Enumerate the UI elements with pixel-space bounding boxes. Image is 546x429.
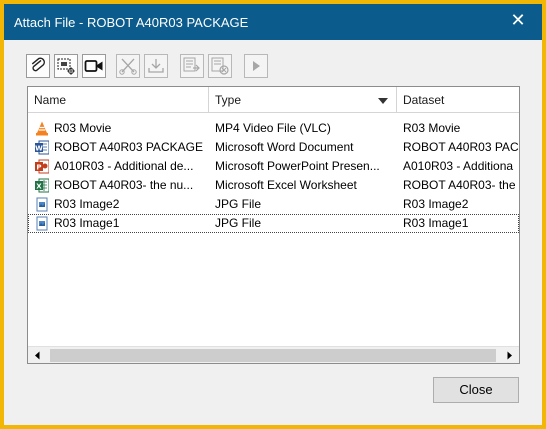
list-row[interactable]: W ROBOT A40R03 PACKAGE Microsoft Word Do… xyxy=(28,138,519,157)
list-header: Name Type Dataset xyxy=(28,87,519,113)
arrow-left-icon xyxy=(35,351,40,360)
row-type: JPG File xyxy=(215,216,262,230)
image-icon xyxy=(36,197,48,212)
scroll-left-button[interactable] xyxy=(30,348,45,363)
close-button[interactable]: Close xyxy=(433,377,519,403)
row-dataset: A010R03 - Additiona xyxy=(403,159,514,173)
title-bar: Attach File - ROBOT A40R03 PACKAGE ✕ xyxy=(4,4,542,40)
row-type: Microsoft Word Document xyxy=(215,140,354,154)
row-name: R03 Movie xyxy=(54,121,112,135)
row-name: ROBOT A40R03 PACKAGE xyxy=(54,140,203,154)
attach-file-button[interactable] xyxy=(26,54,50,78)
attach-file-dialog: Attach File - ROBOT A40R03 PACKAGE ✕ Nam… xyxy=(4,4,542,425)
list-row[interactable]: P A010R03 - Additional de... Microsoft P… xyxy=(28,157,519,176)
column-header-type[interactable]: Type xyxy=(209,87,397,113)
toolbar xyxy=(4,40,542,90)
scrollbar-thumb[interactable] xyxy=(50,349,496,362)
powerpoint-icon: P xyxy=(35,159,49,174)
svg-text:W: W xyxy=(35,145,43,153)
image-icon xyxy=(36,216,48,231)
vlc-icon xyxy=(36,121,48,136)
row-type: Microsoft Excel Worksheet xyxy=(215,178,357,192)
scissors-icon xyxy=(119,58,137,75)
word-icon: W xyxy=(35,140,49,155)
edit-attachment-button[interactable] xyxy=(180,54,204,78)
row-dataset: ROBOT A40R03 PAC xyxy=(403,140,519,154)
play-button[interactable] xyxy=(244,54,268,78)
row-type: Microsoft PowerPoint Presen... xyxy=(215,159,380,173)
arrow-right-icon xyxy=(507,351,512,360)
play-icon xyxy=(253,61,260,71)
column-header-type-label: Type xyxy=(215,93,242,107)
row-dataset: R03 Image2 xyxy=(403,197,469,211)
excel-icon: X xyxy=(35,178,49,193)
remove-attachment-button[interactable] xyxy=(208,54,232,78)
row-dataset: ROBOT A40R03- the xyxy=(403,178,516,192)
close-window-icon[interactable]: ✕ xyxy=(508,11,528,31)
save-down-icon xyxy=(148,59,164,73)
video-camera-icon xyxy=(84,60,103,72)
column-header-name[interactable]: Name xyxy=(28,87,209,113)
list-row[interactable]: X ROBOT A40R03- the nu... Microsoft Exce… xyxy=(28,176,519,195)
list-row[interactable]: R03 Image1 JPG File R03 Image1 xyxy=(28,214,519,233)
sort-descending-icon xyxy=(378,98,388,104)
row-name: R03 Image1 xyxy=(54,216,120,230)
paperclip-icon xyxy=(31,57,45,72)
row-name: A010R03 - Additional de... xyxy=(54,159,194,173)
camera-capture-icon xyxy=(57,58,75,75)
list-row[interactable]: R03 Movie MP4 Video File (VLC) R03 Movie xyxy=(28,119,519,138)
capture-screenshot-button[interactable] xyxy=(54,54,78,78)
column-header-dataset[interactable]: Dataset xyxy=(397,87,519,113)
cut-button[interactable] xyxy=(116,54,140,78)
dialog-title: Attach File - ROBOT A40R03 PACKAGE xyxy=(14,15,249,30)
row-name: ROBOT A40R03- the nu... xyxy=(54,178,194,192)
row-type: MP4 Video File (VLC) xyxy=(215,121,331,135)
row-dataset: R03 Movie xyxy=(403,121,461,135)
edit-forward-icon xyxy=(183,57,200,72)
save-attachment-button[interactable] xyxy=(144,54,168,78)
attachments-list[interactable]: Name Type Dataset R03 Movie MP4 Video Fi… xyxy=(27,86,520,364)
svg-text:P: P xyxy=(36,164,41,172)
record-video-button[interactable] xyxy=(82,54,106,78)
horizontal-scrollbar[interactable] xyxy=(28,346,519,363)
svg-text:X: X xyxy=(36,183,42,191)
list-row[interactable]: R03 Image2 JPG File R03 Image2 xyxy=(28,195,519,214)
edit-remove-icon xyxy=(211,57,229,75)
row-name: R03 Image2 xyxy=(54,197,120,211)
row-type: JPG File xyxy=(215,197,262,211)
scroll-right-button[interactable] xyxy=(502,348,517,363)
row-dataset: R03 Image1 xyxy=(403,216,469,230)
